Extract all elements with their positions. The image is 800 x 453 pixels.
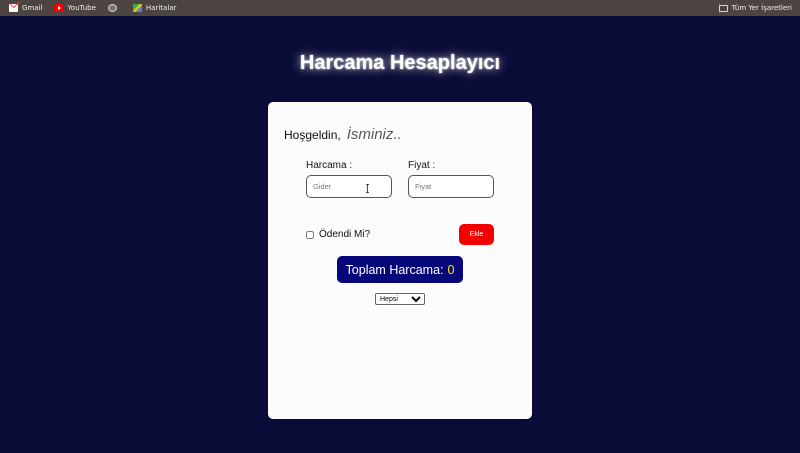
page-title: Harcama Hesaplayıcı xyxy=(299,52,501,74)
name-input[interactable] xyxy=(346,126,467,143)
greeting-label: Hoşgeldin, xyxy=(284,128,341,142)
all-bookmarks-label: Tüm Yer İşaretleri xyxy=(731,4,792,12)
bookmark-gmail[interactable]: Gmail xyxy=(6,0,45,16)
bookmark-globe[interactable] xyxy=(105,0,124,16)
price-label: Fiyat : xyxy=(408,160,436,171)
add-button[interactable]: Ekle xyxy=(459,224,494,245)
bookmark-label: YouTube xyxy=(67,4,96,12)
text-cursor-icon xyxy=(366,184,369,193)
gmail-icon xyxy=(9,4,18,12)
paid-checkbox-row[interactable]: Ödendi Mi? xyxy=(306,229,370,240)
bookmark-maps[interactable]: Haritalar xyxy=(130,0,180,16)
bookmarks-bar: Gmail YouTube Haritalar Tüm Yer İşaretle… xyxy=(0,0,800,16)
bookmark-youtube[interactable]: YouTube xyxy=(51,0,98,16)
total-expense-box: Toplam Harcama: 0 xyxy=(337,256,463,283)
youtube-icon xyxy=(54,4,64,12)
greeting-row: Hoşgeldin, xyxy=(284,126,467,143)
expense-card: Hoşgeldin, Harcama : Fiyat : Ödendi Mi? … xyxy=(268,102,532,419)
expense-label: Harcama : xyxy=(306,160,353,171)
all-bookmarks-button[interactable]: Tüm Yer İşaretleri xyxy=(718,0,792,16)
maps-icon xyxy=(132,4,142,12)
price-input[interactable] xyxy=(408,175,494,198)
globe-icon xyxy=(107,4,117,12)
bookmark-label: Haritalar xyxy=(145,4,177,12)
filter-select[interactable]: Hepsi xyxy=(375,293,425,305)
paid-label: Ödendi Mi? xyxy=(319,229,371,240)
bookmark-label: Gmail xyxy=(22,4,43,12)
total-value: 0 xyxy=(447,262,455,277)
total-label: Toplam Harcama: xyxy=(345,262,444,277)
folder-icon xyxy=(718,4,728,12)
expense-input[interactable] xyxy=(306,175,392,198)
paid-checkbox[interactable] xyxy=(306,230,314,239)
